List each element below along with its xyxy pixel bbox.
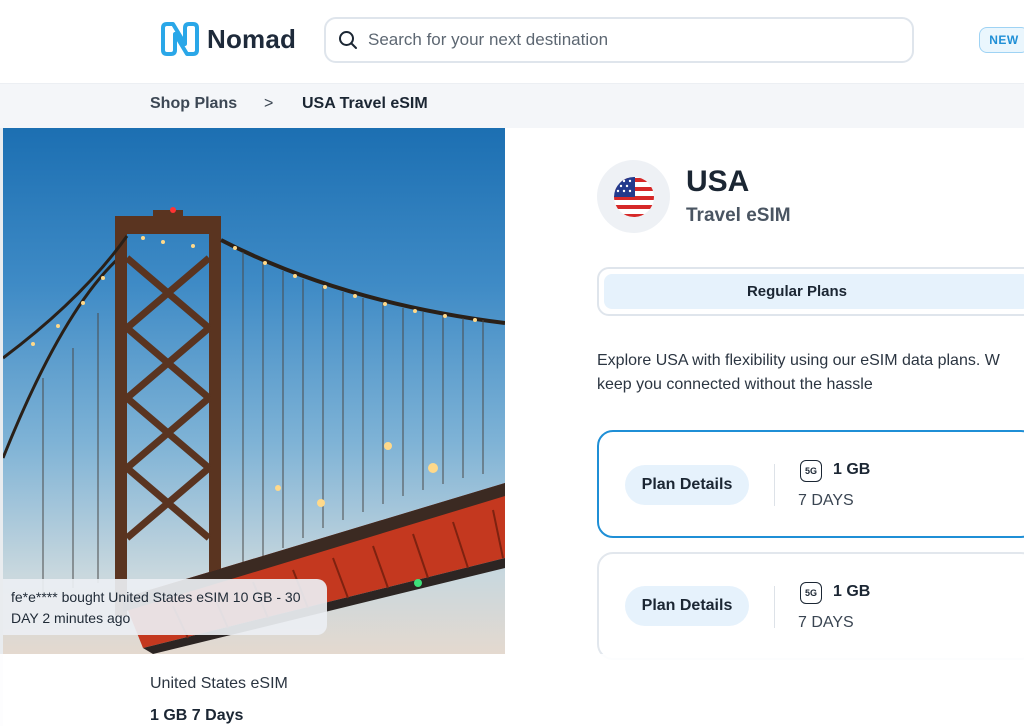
breadcrumb-separator-icon: > xyxy=(264,95,274,112)
plan-details-button[interactable]: Plan Details xyxy=(625,465,749,505)
product-description: Explore USA with flexibility using our e… xyxy=(597,349,1024,397)
tab-regular-plans[interactable]: Regular Plans xyxy=(604,274,1024,309)
plan-details-button[interactable]: Plan Details xyxy=(625,586,749,626)
flag-avatar xyxy=(597,160,670,233)
breadcrumb-current: USA Travel eSIM xyxy=(302,95,428,112)
plan-divider xyxy=(774,464,775,506)
search-bar[interactable] xyxy=(324,17,914,63)
new-badge[interactable]: NEW xyxy=(979,27,1024,53)
plan-data-amount: 1 GB xyxy=(833,583,871,600)
brand-logo[interactable]: Nomad xyxy=(159,22,296,56)
breadcrumb: Shop Plans > USA Travel eSIM xyxy=(0,84,1024,128)
hero-image xyxy=(3,128,505,654)
network-5g-icon: 5G xyxy=(800,582,822,604)
search-input[interactable] xyxy=(368,30,868,50)
breadcrumb-shop-plans[interactable]: Shop Plans xyxy=(150,95,237,113)
plan-divider xyxy=(774,586,775,628)
usa-flag-icon xyxy=(613,176,654,217)
network-5g-icon: 5G xyxy=(800,460,822,482)
bridge-illustration xyxy=(3,207,505,654)
country-name: USA xyxy=(686,165,750,198)
description-line: Explore USA with flexibility using our e… xyxy=(597,352,1000,369)
brand-name: Nomad xyxy=(207,23,297,54)
plan-data-amount: 1 GB xyxy=(833,461,871,478)
plan-duration: 7 DAYS xyxy=(798,492,854,509)
plan-card-selected[interactable]: Plan Details 5G 1 GB 7 DAYS xyxy=(597,430,1024,538)
top-header: Nomad NEW xyxy=(0,0,1024,84)
country-subtitle: Travel eSIM xyxy=(686,205,791,226)
plan-card[interactable]: Plan Details 5G 1 GB 7 DAYS xyxy=(597,552,1024,660)
nomad-logo-icon xyxy=(161,22,199,56)
description-line: keep you connected without the hassle xyxy=(597,376,873,393)
summary-product-name: United States eSIM xyxy=(150,675,288,692)
plan-type-tabs: Regular Plans xyxy=(597,267,1024,316)
plan-duration: 7 DAYS xyxy=(798,614,854,631)
search-icon xyxy=(339,31,357,49)
summary-plan: 1 GB 7 Days xyxy=(150,707,244,724)
recent-purchase-toast: fe*e**** bought United States eSIM 10 GB… xyxy=(3,579,327,635)
